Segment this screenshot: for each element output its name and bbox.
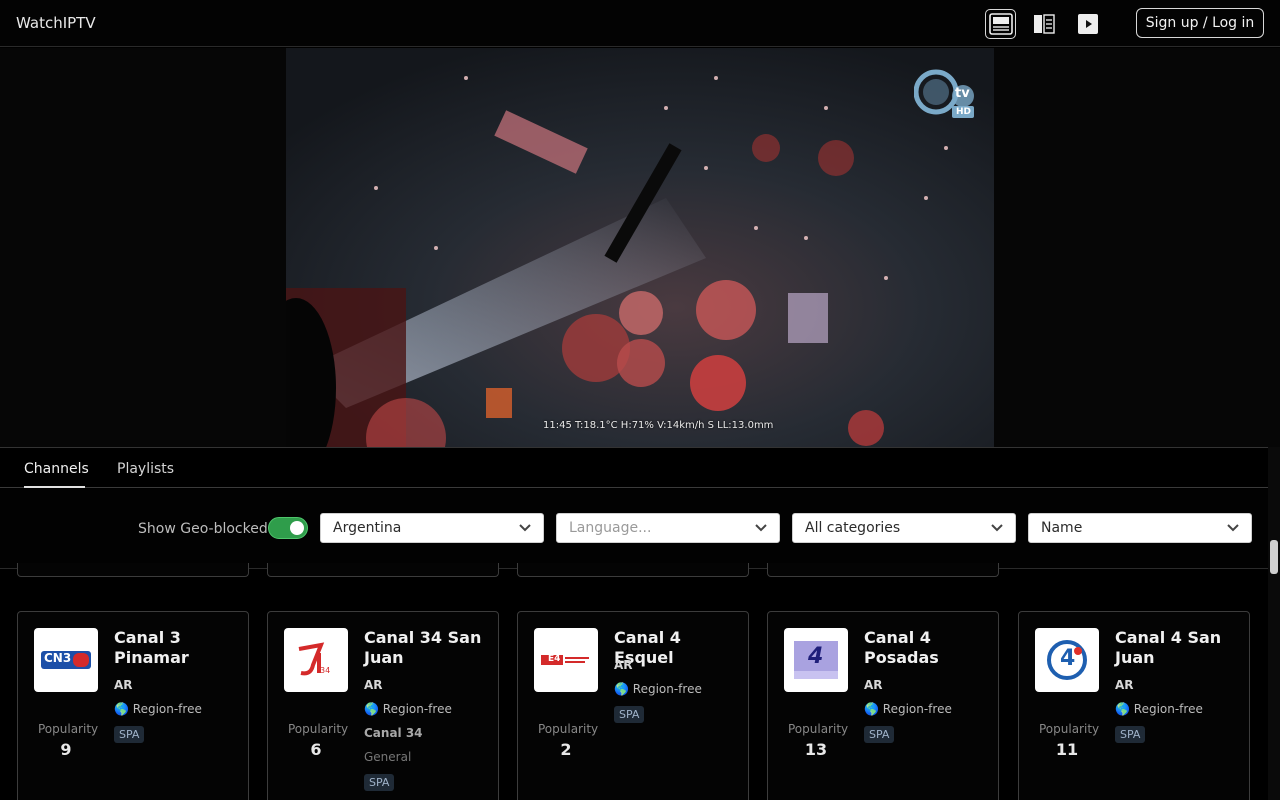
chevron-down-icon (755, 524, 767, 532)
player-area: tv HD 11:45 T:18.1°C H:71% V:14km/h S LL… (0, 48, 1280, 447)
channel-name[interactable]: Canal 4 San Juan (1115, 628, 1241, 668)
channel-card[interactable]: E4 Canal 4 Esquel AR 🌎 Region-free SPA P… (517, 611, 749, 800)
popularity-value: 2 (560, 740, 572, 759)
tab-playlists[interactable]: Playlists (117, 461, 174, 477)
language-select[interactable]: Language... (556, 513, 780, 543)
channel-card-partial[interactable] (267, 563, 499, 577)
channel-logo-text: E4 (548, 654, 561, 664)
popularity-value: 6 (310, 740, 322, 759)
layout-side-button[interactable] (1028, 9, 1059, 39)
globe-icon: 🌎 (614, 682, 633, 696)
channel-card-partial[interactable] (767, 563, 999, 577)
video-player[interactable]: tv HD 11:45 T:18.1°C H:71% V:14km/h S LL… (286, 48, 994, 447)
app-title[interactable]: WatchIPTV (16, 14, 96, 32)
category-select[interactable]: All categories (792, 513, 1016, 543)
category-select-value: All categories (805, 520, 901, 536)
popularity-value: 9 (60, 740, 72, 759)
channel-logo-text: 34 (320, 666, 331, 675)
channel-country: AR (1115, 678, 1134, 692)
top-bar: WatchIPTV Sign up / Log in (0, 0, 1280, 47)
language-badge: SPA (1115, 726, 1146, 743)
globe-icon: 🌎 (114, 702, 133, 716)
channel-logo-text: 4 (1060, 646, 1076, 671)
channel-card[interactable]: CN3 Canal 3 Pinamar AR 🌎 Region-free SPA… (17, 611, 249, 800)
channel-name[interactable]: Canal 34 San Juan (364, 628, 490, 668)
popularity-label: Popularity (1039, 722, 1100, 736)
channel-logo: 34 (284, 628, 348, 692)
channel-watermark-badge: HD (956, 107, 972, 117)
language-badge: SPA (864, 726, 895, 743)
channel-watermark: tv HD (914, 66, 976, 122)
channel-name[interactable]: Canal 4 Posadas (864, 628, 990, 668)
tab-channels[interactable]: Channels (24, 461, 89, 477)
video-osd-text: 11:45 T:18.1°C H:71% V:14km/h S LL:13.0m… (543, 420, 774, 431)
channel-card[interactable]: 4 Canal 4 San Juan AR 🌎 Region-free SPA … (1018, 611, 1250, 800)
country-select-value: Argentina (333, 520, 402, 536)
channel-region: 🌎 Region-free (614, 682, 702, 696)
language-badge: SPA (614, 706, 645, 723)
channel-subtitle: Canal 34 (364, 726, 423, 740)
popularity-label: Popularity (538, 722, 599, 736)
language-badge: SPA (364, 774, 395, 791)
channel-logo: 4 (1035, 628, 1099, 692)
player-only-button[interactable] (1072, 9, 1103, 39)
sort-select-value: Name (1041, 520, 1083, 536)
panel-tabs: Channels Playlists (0, 448, 1268, 488)
popularity-label: Popularity (288, 722, 349, 736)
channel-country: AR (114, 678, 133, 692)
layout-stacked-icon (988, 13, 1013, 35)
channel-category: General (364, 750, 412, 764)
chevron-down-icon (1227, 524, 1239, 532)
video-frame-image (286, 48, 994, 447)
channel-region: 🌎 Region-free (1115, 702, 1203, 716)
scrollbar-thumb[interactable] (1270, 540, 1278, 574)
channel-card-partial[interactable] (17, 563, 249, 577)
geo-blocked-toggle[interactable] (268, 517, 308, 539)
language-badge: SPA (114, 726, 145, 743)
toggle-knob (290, 521, 304, 535)
language-select-placeholder: Language... (569, 520, 652, 536)
channel-name[interactable]: Canal 3 Pinamar (114, 628, 240, 668)
channel-logo: E4 (534, 628, 598, 692)
channel-logo-text: 4 (808, 644, 824, 669)
layout-stacked-button[interactable] (985, 9, 1016, 39)
globe-icon: 🌎 (864, 702, 883, 716)
geo-blocked-label: Show Geo-blocked (138, 521, 268, 537)
chevron-down-icon (519, 524, 531, 532)
channel-card[interactable]: 34 Canal 34 San Juan AR 🌎 Region-free Ca… (267, 611, 499, 800)
popularity-value: 13 (804, 740, 828, 759)
channel-logo: 4 (784, 628, 848, 692)
channel-card[interactable]: 4 Canal 4 Posadas AR 🌎 Region-free SPA P… (767, 611, 999, 800)
globe-icon: 🌎 (364, 702, 383, 716)
channel-logo-text: CN3 (44, 651, 72, 665)
channel-name[interactable]: Canal 4 Esquel (614, 628, 740, 668)
channel-card-partial[interactable] (517, 563, 749, 577)
sort-select[interactable]: Name (1028, 513, 1252, 543)
channel-country: AR (364, 678, 383, 692)
popularity-value: 11 (1055, 740, 1079, 759)
page-scrollbar[interactable] (1268, 447, 1280, 800)
channel-watermark-text: tv (955, 86, 970, 101)
channel-region: 🌎 Region-free (364, 702, 452, 716)
channel-country: AR (864, 678, 883, 692)
chevron-down-icon (991, 524, 1003, 532)
signup-login-button[interactable]: Sign up / Log in (1136, 8, 1264, 38)
popularity-label: Popularity (788, 722, 849, 736)
channel-region: 🌎 Region-free (864, 702, 952, 716)
layout-side-icon (1033, 14, 1055, 34)
country-select[interactable]: Argentina (320, 513, 544, 543)
channel-logo: CN3 (34, 628, 98, 692)
channel-region: 🌎 Region-free (114, 702, 202, 716)
filter-bar: Show Geo-blocked Argentina Language... A… (0, 489, 1268, 569)
globe-icon: 🌎 (1115, 702, 1134, 716)
channel-country: AR (614, 658, 633, 672)
popularity-label: Popularity (38, 722, 99, 736)
play-icon (1077, 14, 1098, 34)
active-tab-indicator (24, 486, 85, 488)
